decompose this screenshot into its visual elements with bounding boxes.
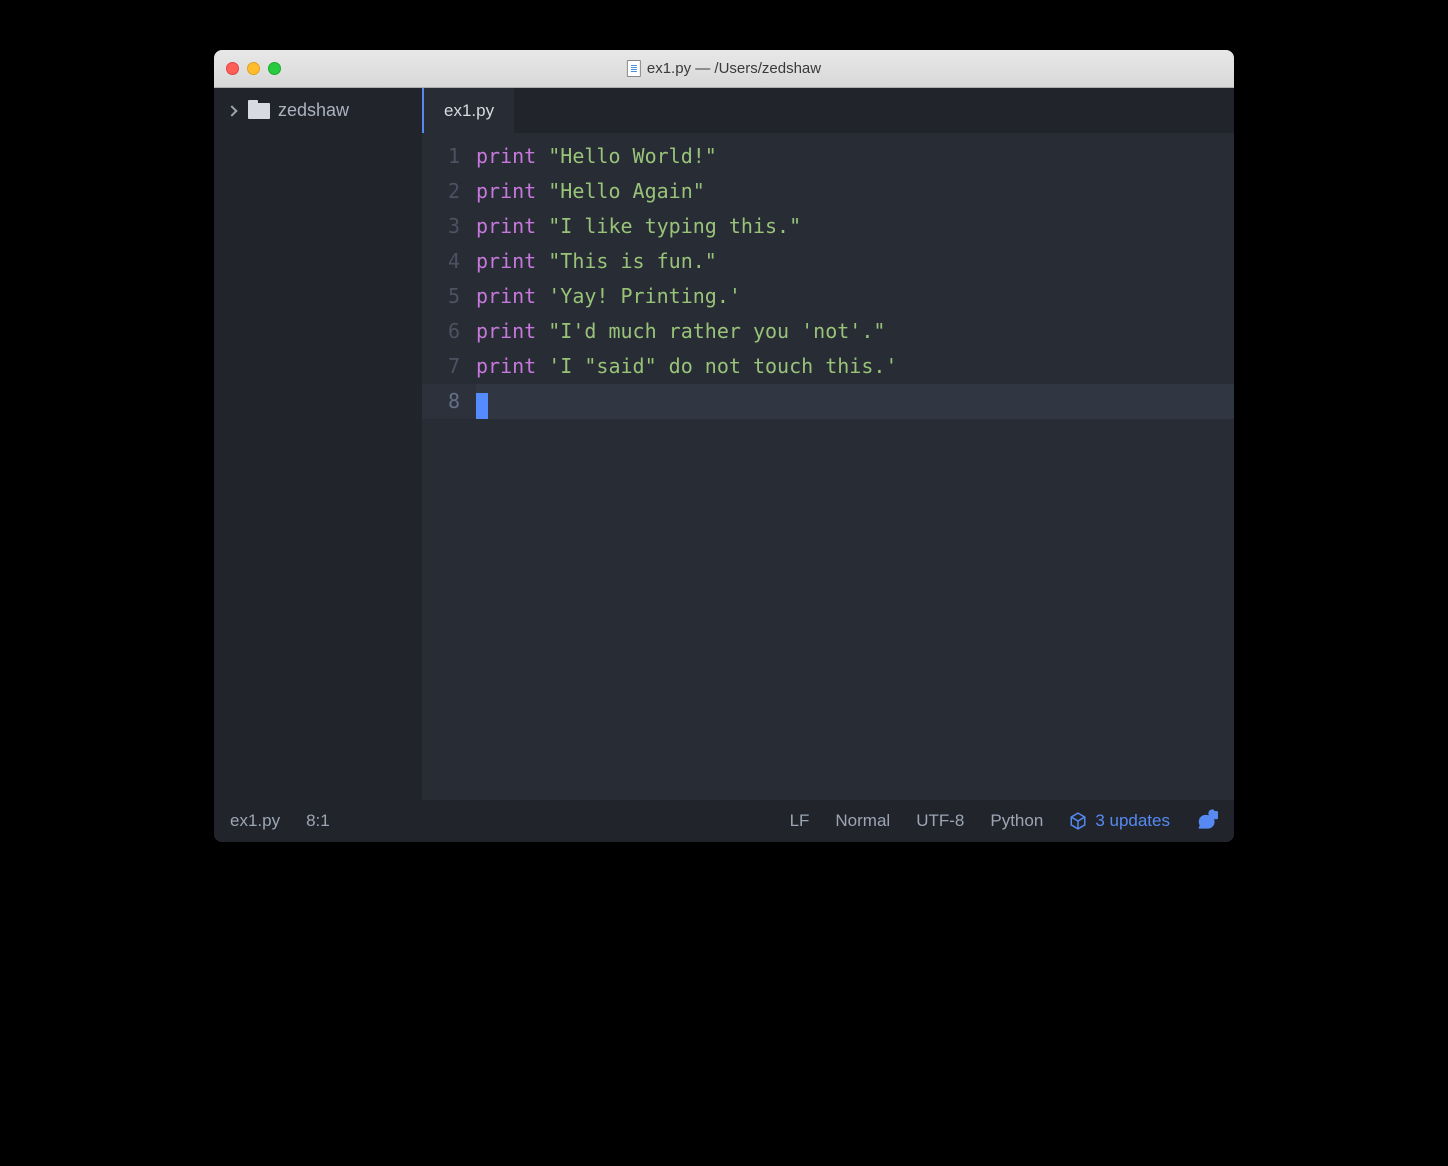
- line-number[interactable]: 5: [422, 279, 460, 314]
- close-icon[interactable]: [226, 62, 239, 75]
- code-line[interactable]: print 'Yay! Printing.': [476, 279, 1234, 314]
- window-title: ex1.py — /Users/zedshaw: [627, 60, 821, 77]
- code-line[interactable]: print "I like typing this.": [476, 209, 1234, 244]
- line-number[interactable]: 1: [422, 139, 460, 174]
- editor-area: ex1.py 12345678 print "Hello World!"prin…: [422, 88, 1234, 800]
- code-line[interactable]: [476, 384, 1234, 419]
- body: zedshaw ex1.py 12345678 print "Hello Wor…: [214, 88, 1234, 800]
- status-updates-label: 3 updates: [1095, 811, 1170, 831]
- file-icon: [627, 60, 641, 77]
- code-line[interactable]: print 'I "said" do not touch this.': [476, 349, 1234, 384]
- titlebar[interactable]: ex1.py — /Users/zedshaw: [214, 50, 1234, 88]
- code-line[interactable]: print "Hello Again": [476, 174, 1234, 209]
- tree-root-label: zedshaw: [278, 100, 349, 121]
- tree-root-item[interactable]: zedshaw: [214, 88, 422, 133]
- squirrel-icon[interactable]: [1196, 808, 1218, 835]
- editor-window: ex1.py — /Users/zedshaw zedshaw ex1.py 1…: [214, 50, 1234, 842]
- code-area[interactable]: print "Hello World!"print "Hello Again"p…: [476, 139, 1234, 800]
- line-number[interactable]: 3: [422, 209, 460, 244]
- status-line-ending[interactable]: LF: [790, 811, 810, 831]
- package-icon: [1069, 812, 1087, 830]
- status-encoding[interactable]: UTF-8: [916, 811, 964, 831]
- status-bar: ex1.py 8:1 LF Normal UTF-8 Python 3 upda…: [214, 800, 1234, 842]
- window-title-text: ex1.py — /Users/zedshaw: [647, 60, 821, 77]
- line-number[interactable]: 7: [422, 349, 460, 384]
- line-number[interactable]: 2: [422, 174, 460, 209]
- gutter[interactable]: 12345678: [422, 139, 476, 800]
- text-cursor: [476, 393, 488, 419]
- code-line[interactable]: print "Hello World!": [476, 139, 1234, 174]
- code-line[interactable]: print "This is fun.": [476, 244, 1234, 279]
- status-cursor-position[interactable]: 8:1: [306, 811, 330, 831]
- code-line[interactable]: print "I'd much rather you 'not'.": [476, 314, 1234, 349]
- chevron-right-icon[interactable]: [226, 105, 237, 116]
- zoom-icon[interactable]: [268, 62, 281, 75]
- tab-label: ex1.py: [444, 101, 494, 121]
- line-number[interactable]: 4: [422, 244, 460, 279]
- editor-pane[interactable]: 12345678 print "Hello World!"print "Hell…: [422, 133, 1234, 800]
- traffic-lights: [226, 62, 281, 75]
- status-branch[interactable]: Normal: [835, 811, 890, 831]
- status-file[interactable]: ex1.py: [230, 811, 280, 831]
- tab-ex1[interactable]: ex1.py: [422, 88, 514, 133]
- minimize-icon[interactable]: [247, 62, 260, 75]
- tab-bar[interactable]: ex1.py: [422, 88, 1234, 133]
- tree-view[interactable]: zedshaw: [214, 88, 422, 800]
- folder-icon: [248, 103, 270, 119]
- status-language[interactable]: Python: [990, 811, 1043, 831]
- line-number[interactable]: 6: [422, 314, 460, 349]
- status-updates[interactable]: 3 updates: [1069, 811, 1170, 831]
